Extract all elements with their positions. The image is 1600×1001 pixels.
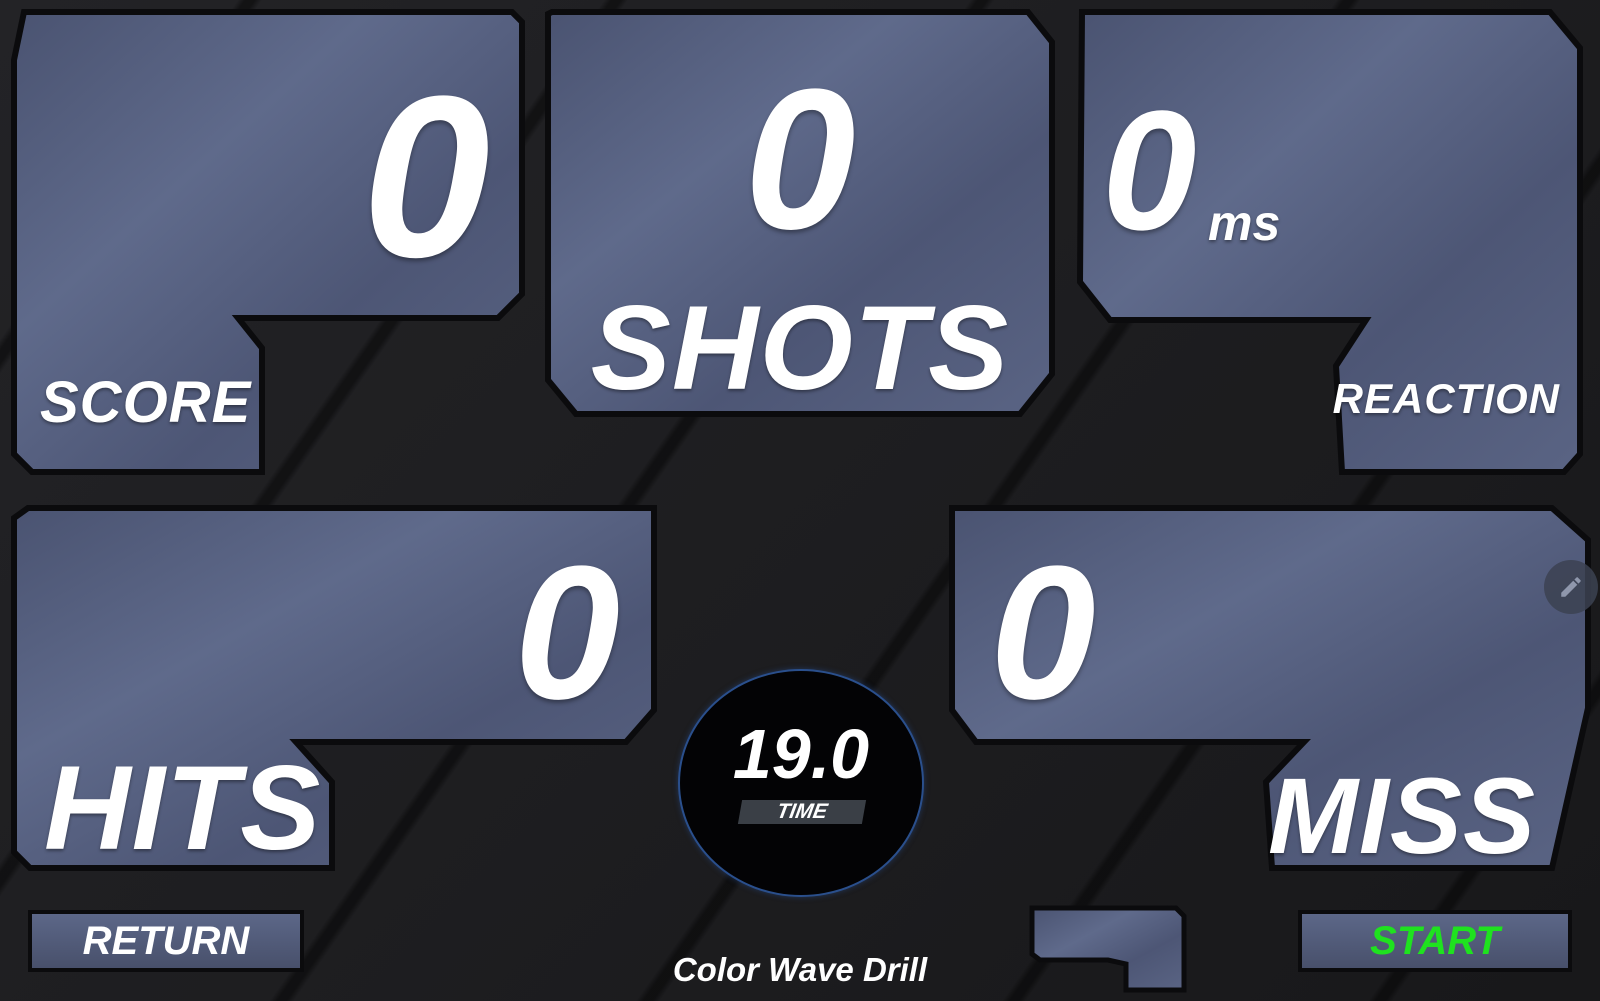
miss-label: MISS xyxy=(1267,755,1536,876)
timer-circle: 19.0 TIME xyxy=(678,669,924,897)
reaction-unit: ms xyxy=(1208,195,1281,251)
reaction-label: REACTION xyxy=(1332,375,1560,422)
miss-panel: 0 MISS xyxy=(940,496,1600,886)
hits-value: 0 xyxy=(514,527,620,739)
pencil-icon[interactable] xyxy=(1544,560,1598,614)
score-panel: 0 SCORE xyxy=(0,0,530,480)
hits-label: HITS xyxy=(44,741,322,875)
reaction-panel: 0 ms REACTION xyxy=(1070,0,1600,480)
reaction-value: 0 xyxy=(1102,76,1197,266)
drill-name: Color Wave Drill xyxy=(672,951,928,988)
shots-label: SHOTS xyxy=(590,281,1010,415)
shots-value: 0 xyxy=(744,48,856,271)
hits-panel: 0 HITS xyxy=(0,496,670,886)
timer-label: TIME xyxy=(737,800,867,824)
score-value: 0 xyxy=(362,48,490,305)
score-label: SCORE xyxy=(40,370,252,435)
shots-panel: 0 SHOTS xyxy=(540,0,1060,420)
timer-value: 19.0 xyxy=(732,715,870,793)
miss-value: 0 xyxy=(990,527,1096,739)
